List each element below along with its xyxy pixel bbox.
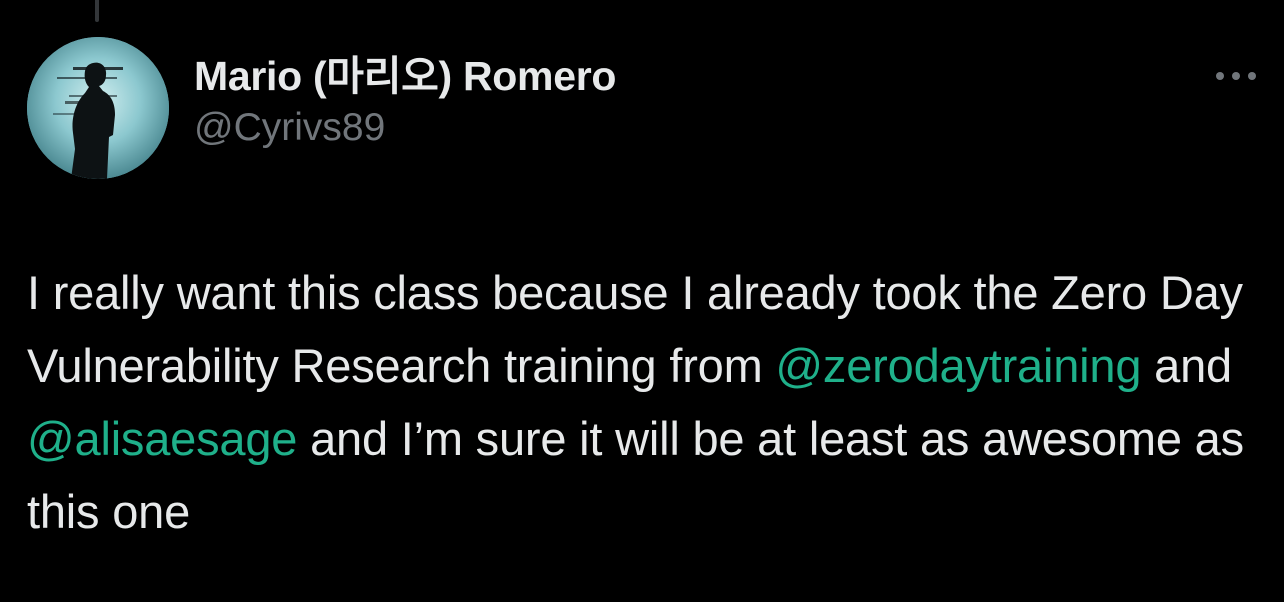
mention-alisaesage-link[interactable]: @alisaesage	[27, 412, 297, 465]
mention-zerodaytraining-link[interactable]: @zerodaytraining	[775, 339, 1141, 392]
tweet-text: I really want this class because I alrea…	[27, 256, 1257, 548]
author-names: Mario (마리오) Romero @Cyrivs89	[194, 51, 616, 153]
more-options-button[interactable]	[1208, 61, 1264, 91]
tweet-text-part2: and	[1141, 339, 1232, 392]
tweet-header: Mario (마리오) Romero @Cyrivs89	[27, 37, 1264, 179]
avatar-silhouette-icon	[27, 37, 169, 179]
author-handle[interactable]: @Cyrivs89	[194, 103, 616, 153]
avatar[interactable]	[27, 37, 169, 179]
more-options-icon	[1216, 72, 1256, 80]
thread-connector-line	[95, 0, 99, 22]
author-display-name[interactable]: Mario (마리오) Romero	[194, 51, 616, 101]
